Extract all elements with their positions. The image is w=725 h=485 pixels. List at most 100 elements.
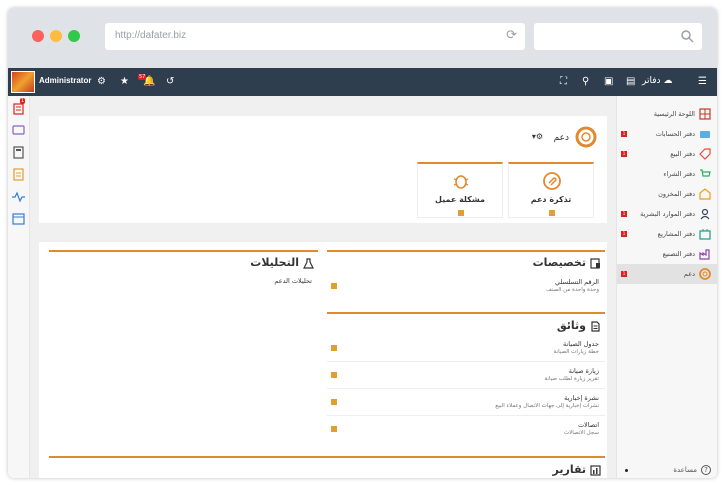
report-icon: [590, 464, 601, 476]
search-icon[interactable]: ⚲: [582, 76, 589, 88]
help-question-icon: ?: [701, 465, 711, 475]
activity-icon[interactable]: [12, 190, 25, 203]
sidebar-item-stock[interactable]: دفتر المخزون: [617, 184, 717, 204]
sidebar-item-projects[interactable]: دفتر المشاريع 1: [617, 224, 717, 244]
sidebar-item-label: دفتر التصنيع: [662, 250, 695, 258]
calendar-icon[interactable]: [12, 212, 25, 225]
sidebar-item-accounts[interactable]: دفتر الحسابات 1: [617, 124, 717, 144]
maximize-window-button[interactable]: [68, 30, 80, 42]
row-title: الرقم التسلسلي: [555, 278, 599, 286]
list-item-maintenance-visit[interactable]: زيارة صيانة تقرير زيارة لطلب صيانة: [327, 367, 605, 389]
section-title-analytics: التحليلات: [250, 256, 314, 269]
minimize-window-button[interactable]: [50, 30, 62, 42]
browser-chrome: http://dafater.biz ⟳: [8, 8, 717, 68]
grid-icon: [699, 108, 711, 120]
history-icon[interactable]: ↺: [166, 76, 174, 88]
section-title-assignments: تخصيصات: [533, 256, 601, 269]
row-title: جدول الصيانة: [562, 340, 599, 348]
tile-marker: [458, 210, 464, 216]
section-title-documents: وثائق: [557, 319, 601, 332]
row-description: سجل الاتصالات: [563, 430, 599, 436]
browser-window: http://dafater.biz ⟳ Administrator ⚙ ★ 🔔…: [8, 8, 717, 478]
sidebar-item-badge: 1: [621, 271, 627, 277]
modules-panel: تخصيصات الرقم التسلسلي وحدة واحدة من الص…: [39, 242, 607, 478]
brand-logo[interactable]: دفاتر ☁: [642, 76, 672, 86]
left-column: التحليلات تحليلات الدعم: [49, 250, 318, 310]
sidebar-item-support[interactable]: دعم 1: [617, 264, 717, 284]
main-content: دعم ⚙▾ تذكرة دعم مشكلة عميل تخصيصات الرق…: [30, 96, 616, 478]
section-accent-line: [49, 250, 318, 252]
list-item-support-analytics[interactable]: تحليلات الدعم: [49, 277, 318, 291]
sidebar-item-label: دفتر البيع: [670, 150, 695, 158]
sidebar-item-badge: 1: [621, 211, 627, 217]
tile-marker: [549, 210, 555, 216]
chat-icon[interactable]: ▣: [604, 76, 613, 88]
app-topbar: Administrator ⚙ ★ 🔔 57 ↺ ⛶ ⚲ ▣ ▤ دفاتر ☁…: [8, 68, 717, 96]
sidebar-item-badge: 1: [621, 231, 627, 237]
row-marker: [331, 283, 337, 289]
list-item-serial-number[interactable]: الرقم التسلسلي وحدة واحدة من الصنف: [327, 278, 605, 298]
document-icon: [591, 320, 600, 332]
sidebar-item-label: دفتر الحسابات: [655, 130, 695, 138]
row-marker: [331, 426, 337, 432]
avatar[interactable]: [11, 71, 35, 93]
fullscreen-icon[interactable]: ⛶: [560, 76, 567, 88]
row-title: تحليلات الدعم: [274, 277, 312, 285]
list-item-maintenance-schedule[interactable]: جدول الصيانة خطة زيارات الصيانة: [327, 340, 605, 362]
projects-icon: [699, 229, 711, 240]
row-divider: [327, 415, 605, 416]
star-icon[interactable]: ★: [120, 76, 129, 88]
message-icon[interactable]: [12, 124, 25, 137]
row-marker: [331, 372, 337, 378]
address-bar[interactable]: http://dafater.biz ⟳: [105, 23, 525, 50]
calculator-icon[interactable]: [12, 146, 25, 159]
sidebar-item-badge: 1: [621, 131, 627, 137]
right-column: تخصيصات الرقم التسلسلي وحدة واحدة من الص…: [327, 250, 605, 478]
username[interactable]: Administrator: [39, 76, 91, 85]
row-divider: [327, 361, 605, 362]
page-settings-icon[interactable]: ⚙▾: [532, 132, 543, 141]
close-window-button[interactable]: [32, 30, 44, 42]
sidebar-item-buying[interactable]: دفتر الشراء: [617, 164, 717, 184]
browser-search-box[interactable]: [534, 23, 702, 50]
row-marker: [331, 345, 337, 351]
refresh-icon[interactable]: ⟳: [506, 28, 517, 43]
search-icon: [681, 30, 694, 43]
help-link[interactable]: ? مساعدة: [673, 465, 711, 475]
row-description: خطة زيارات الصيانة: [553, 349, 599, 355]
warehouse-icon: [699, 188, 711, 200]
tile-label: مشكلة عميل: [435, 195, 485, 204]
menu-icon[interactable]: ☰: [698, 76, 707, 88]
tag-icon: [699, 148, 711, 160]
bug-icon: [453, 175, 469, 189]
list-item-newsletter[interactable]: نشرة إخبارية نشرات إخبارية إلى جهات الات…: [327, 394, 605, 416]
sidebar-item-dashboard[interactable]: اللوحة الرئيسية: [617, 104, 717, 124]
sidebar-item-selling[interactable]: دفتر البيع 1: [617, 144, 717, 164]
reports-section: تقارير: [49, 456, 605, 478]
help-label: مساعدة: [673, 466, 697, 474]
page-title: دعم: [553, 133, 569, 143]
cart-icon: [700, 169, 711, 177]
section-accent-line: [49, 456, 605, 458]
page-header-panel: دعم ⚙▾ تذكرة دعم مشكلة عميل: [39, 116, 607, 223]
row-marker: [331, 399, 337, 405]
row-title: نشرة إخبارية: [564, 394, 599, 402]
list-item-communications[interactable]: اتصالات سجل الاتصالات: [327, 421, 605, 443]
sidebar-item-label: دفتر المخزون: [658, 190, 695, 198]
section-title-reports: تقارير: [553, 463, 601, 476]
help-indicator: [625, 469, 628, 472]
left-toolbar: 1: [8, 96, 30, 478]
sidebar-item-hr[interactable]: دفتر الموارد البشرية 1: [617, 204, 717, 224]
documents-icon[interactable]: ▤: [626, 76, 635, 88]
sidebar-item-label: دعم: [683, 270, 695, 278]
row-description: نشرات إخبارية إلى جهات الاتصال وعملاء ال…: [495, 403, 599, 409]
lifebuoy-icon: [699, 268, 711, 280]
tile-customer-issue[interactable]: مشكلة عميل: [417, 162, 503, 218]
sidebar-item-label: دفتر الموارد البشرية: [640, 210, 695, 218]
sidebar-item-manufacturing[interactable]: دفتر التصنيع: [617, 244, 717, 264]
tile-support-ticket[interactable]: تذكرة دعم: [508, 162, 594, 218]
sidebar-item-label: دفتر المشاريع: [657, 230, 695, 238]
settings-gear-icon[interactable]: ⚙: [97, 76, 106, 88]
row-divider: [327, 388, 605, 389]
notes-icon[interactable]: [12, 168, 25, 181]
